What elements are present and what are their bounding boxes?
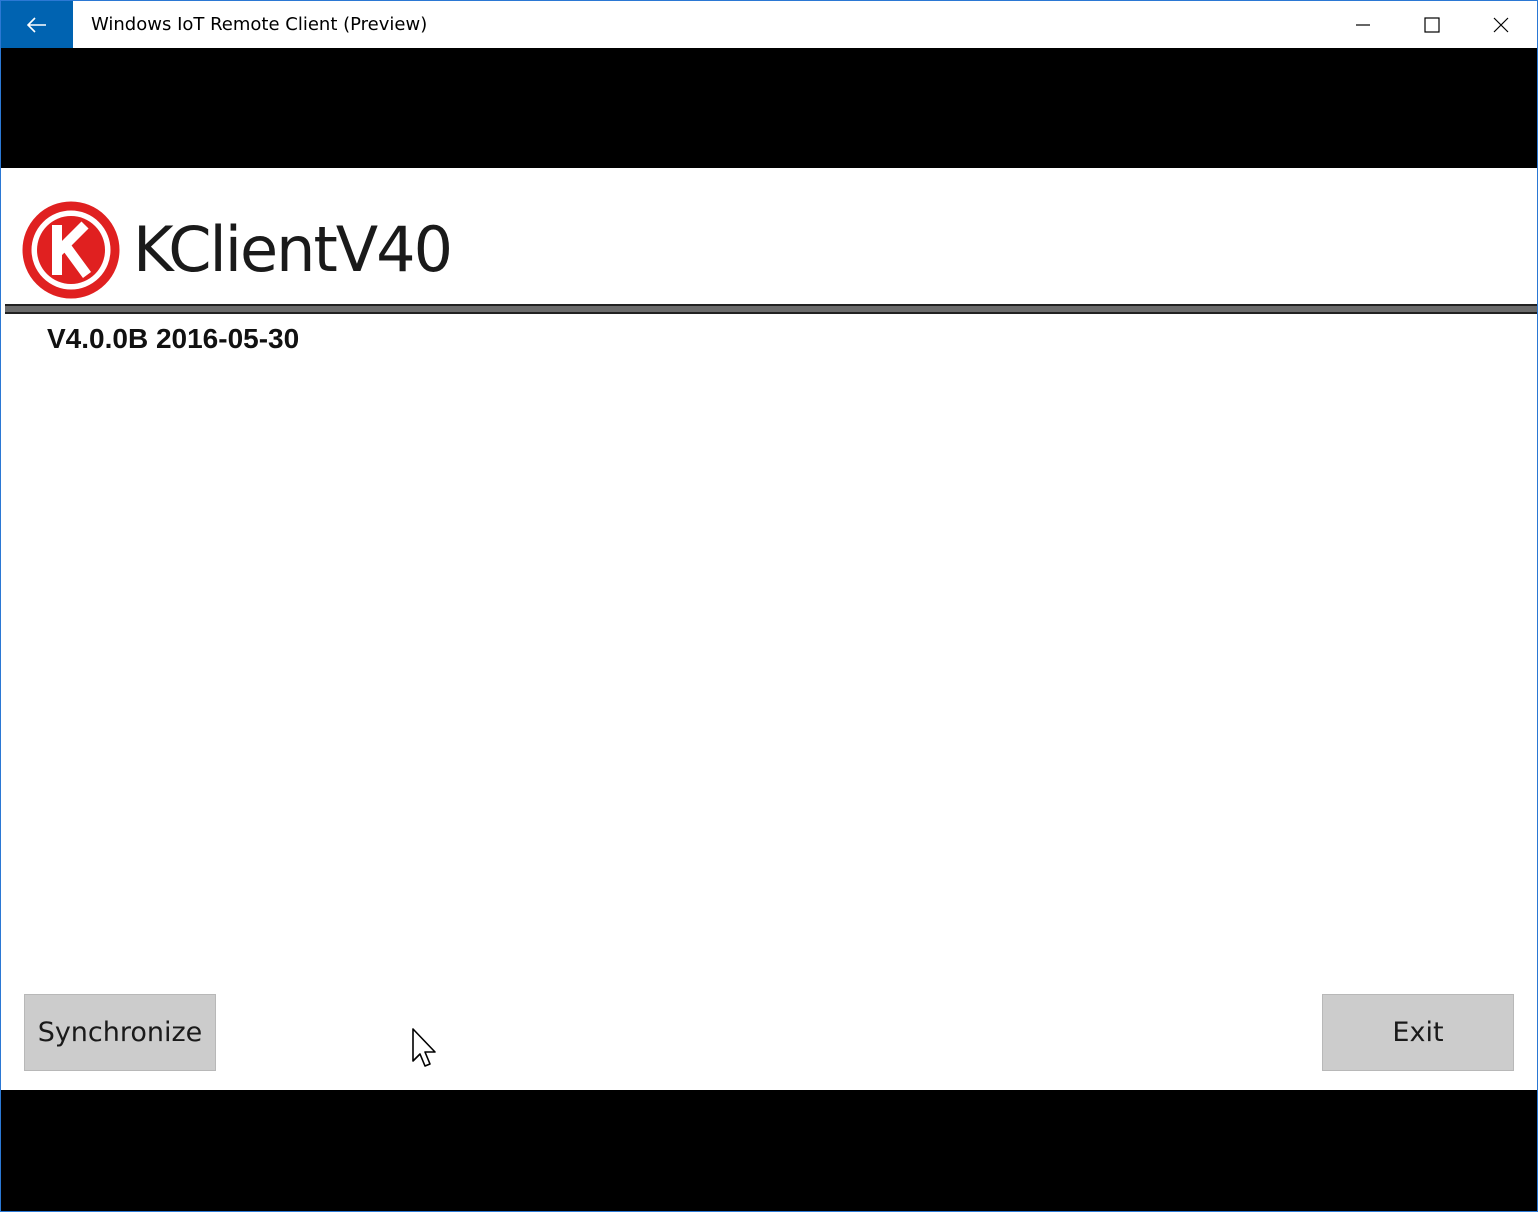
maximize-icon	[1424, 16, 1440, 33]
minimize-button[interactable]	[1329, 1, 1397, 48]
letterbox-bottom	[1, 1090, 1537, 1211]
arrow-left-icon	[27, 16, 46, 33]
version-label: V4.0.0B 2016-05-30	[47, 323, 300, 354]
exit-button[interactable]: Exit	[1322, 994, 1514, 1071]
synchronize-button[interactable]: Synchronize	[24, 994, 216, 1071]
header-divider	[5, 304, 1537, 314]
app-content: KClientV40 V4.0.0B 2016-05-30 Synchroniz…	[1, 168, 1537, 1090]
letterbox-top	[1, 48, 1537, 168]
minimize-icon	[1356, 23, 1370, 26]
k-logo-icon	[22, 201, 120, 299]
window-title: Windows IoT Remote Client (Preview)	[91, 14, 428, 35]
maximize-button[interactable]	[1398, 1, 1466, 48]
close-button[interactable]	[1467, 1, 1535, 48]
back-button[interactable]	[1, 1, 73, 48]
brand-name: KClientV40	[133, 213, 453, 286]
app-window: Windows IoT Remote Client (Preview) KCli…	[0, 0, 1538, 1212]
title-bar: Windows IoT Remote Client (Preview)	[1, 1, 1537, 48]
mouse-pointer-icon	[412, 1028, 436, 1067]
close-icon	[1493, 17, 1509, 32]
